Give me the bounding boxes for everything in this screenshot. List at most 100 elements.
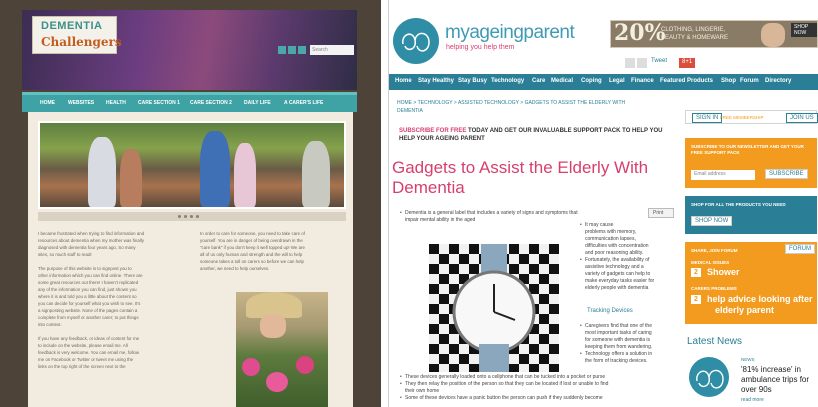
bullet-line: It may cause — [580, 222, 613, 229]
nav-item-featured-products[interactable]: Featured Products — [660, 78, 713, 84]
nav-item-stay-busy[interactable]: Stay Busy — [458, 78, 487, 84]
nav-item-forum[interactable]: Forum — [740, 78, 759, 84]
nav-item-health[interactable]: HEALTH — [106, 100, 126, 106]
dementia-challengers-site: DEMENTIA Challengers Search HOME WEBSITE… — [0, 0, 381, 407]
text-line: where it is and told you a little about … — [38, 294, 137, 299]
bullet-line: and poor reasoning ability. — [585, 250, 644, 256]
nav-item-shop[interactable]: Shop — [721, 78, 736, 84]
nav-item-coping[interactable]: Coping — [581, 78, 602, 84]
subscribe-banner[interactable]: SUBSCRIBE FOR FREE TODAY AND GET OUR INV… — [399, 127, 669, 143]
clock-checkerboard-image — [429, 244, 559, 372]
nav-item-care-2[interactable]: CARE SECTION 2 — [190, 100, 232, 106]
bullet-line: Fortunately, the availability of — [580, 257, 649, 264]
nav-item-daily-life[interactable]: DAILY LIFE — [244, 100, 271, 106]
nav-item-legal[interactable]: Legal — [609, 78, 625, 84]
bullet-line: Technology offers a solution in — [580, 351, 652, 358]
ad-shop-button[interactable]: SHOP NOW — [791, 23, 817, 37]
topic-help-link-continued[interactable]: elderly parent — [715, 305, 774, 315]
nav-item-care[interactable]: Care — [532, 78, 545, 84]
linkedin-icon[interactable] — [625, 58, 635, 68]
email-input[interactable]: Email address — [691, 170, 755, 180]
article-title: Gadgets to Assist the Elderly With Demen… — [392, 158, 649, 197]
google-plus-button[interactable]: 8+1 — [679, 58, 696, 68]
article-text: Dementia is a general label that include… — [400, 210, 578, 217]
text-line: any of the information you can find, jus… — [38, 287, 137, 292]
facebook-icon[interactable] — [637, 58, 647, 68]
text-line: If you have any feedback, or ideas of co… — [38, 336, 140, 341]
site-logo[interactable]: DEMENTIA Challengers — [32, 16, 122, 54]
text-line: sites, so much stuff to read! — [38, 252, 92, 257]
brand-name[interactable]: myageingparent — [445, 22, 575, 44]
bullet-line: These devices generally loaded onto a ce… — [400, 374, 605, 381]
nav-item-care-1[interactable]: CARE SECTION 1 — [138, 100, 180, 106]
forum-button[interactable]: FORUM — [785, 244, 815, 254]
bullet-line: They then relay the position of the pers… — [400, 381, 608, 388]
tweet-button[interactable]: Tweet — [651, 58, 667, 68]
breadcrumb[interactable]: HOME > TECHNOLOGY > ASSISTED TECHNOLOGY … — [397, 100, 625, 106]
twitter-icon[interactable] — [288, 46, 296, 54]
article-text: impair mental ability in the aged — [405, 217, 476, 223]
text-line: another, we need to help ourselves. — [200, 266, 270, 271]
topic-shower-link[interactable]: Shower — [707, 267, 740, 277]
topic-help-link[interactable]: help advice looking after — [707, 294, 813, 304]
nav-item-carers-life[interactable]: A CARER'S LIFE — [284, 100, 323, 106]
nav-item-home[interactable]: HOME — [40, 100, 55, 106]
slider-dot[interactable] — [178, 215, 181, 218]
rss-icon[interactable] — [298, 46, 306, 54]
text-line: to include on the website, please email … — [38, 343, 128, 348]
subscribe-button[interactable]: SUBSCRIBE — [765, 169, 808, 179]
medical-issues-heading: MEDICAL ISSUES — [691, 260, 730, 265]
carers-problems-heading: CARERS PROBLEMS — [691, 286, 737, 291]
nav-item-home[interactable]: Home — [395, 78, 412, 84]
pink-flower — [266, 372, 288, 392]
search-input[interactable]: Search — [310, 45, 354, 55]
text-line: In order to care for someone, you need t… — [200, 231, 305, 236]
slider-dot[interactable] — [196, 215, 199, 218]
join-us-button[interactable]: JOIN US — [786, 113, 818, 123]
breadcrumb-continued[interactable]: DEMENTIA — [397, 108, 423, 114]
faces-icon — [696, 369, 724, 389]
pink-flower — [242, 358, 260, 376]
slider-dot[interactable] — [190, 215, 193, 218]
nav-item-finance[interactable]: Finance — [631, 78, 654, 84]
nav-item-directory[interactable]: Directory — [765, 78, 791, 84]
read-more-link[interactable]: read more — [741, 397, 764, 403]
news-headline-line-1[interactable]: '81% increase' in — [741, 365, 801, 374]
news-headline-line-3[interactable]: over 90s — [741, 385, 772, 394]
shop-now-button[interactable]: SHOP NOW — [691, 216, 733, 226]
text-line: a signposting website. None of the pages… — [38, 308, 138, 313]
text-line: some great resources out there! I haven'… — [38, 280, 139, 285]
nav-item-stay-healthy[interactable]: Stay Healthy — [418, 78, 454, 84]
subscribe-free-label: SUBSCRIBE FOR FREE — [399, 128, 467, 134]
text-line: complete from myself or another carer; t… — [38, 315, 139, 320]
news-headline-line-2[interactable]: ambulance trips for — [741, 375, 809, 384]
logo-line-2: Challengers — [41, 35, 122, 49]
print-button[interactable]: Print — [648, 208, 674, 218]
tracking-devices-link[interactable]: Tracking Devices — [587, 308, 633, 314]
faces-icon — [402, 32, 430, 52]
logo-line-1: DEMENTIA — [41, 20, 103, 32]
ad-discount: 20% — [614, 20, 666, 46]
nav-item-websites[interactable]: WEBSITES — [68, 100, 94, 106]
sign-in-box: SIGN IN FREE MEMBERSHIP JOIN US — [685, 110, 818, 124]
nav-item-technology[interactable]: Technology — [491, 78, 524, 84]
newsletter-box: SUBSCRIBE TO OUR NEWSLETTER AND GET YOUR… — [685, 138, 817, 188]
text-line: resources about dementia when my mother … — [38, 238, 144, 243]
news-thumbnail-icon[interactable] — [689, 357, 729, 397]
brand-tagline: helping you help them — [446, 44, 515, 51]
news-tag: NEWS — [741, 357, 755, 362]
slider-dot[interactable] — [184, 215, 187, 218]
shop-heading: SHOP FOR ALL THE PRODUCTS YOU NEED — [691, 202, 786, 207]
facebook-icon[interactable] — [278, 46, 286, 54]
text-line: The purpose of this website is to signpo… — [38, 266, 132, 271]
brand-logo-icon[interactable] — [393, 18, 439, 64]
forum-heading: SHARE, JOIN FORUM — [691, 248, 738, 253]
photo-person — [302, 141, 330, 207]
photo-person — [88, 137, 116, 207]
screenshot-root: DEMENTIA Challengers Search HOME WEBSITE… — [0, 0, 818, 407]
text-line: into context. — [38, 322, 62, 327]
sign-in-button[interactable]: SIGN IN — [692, 113, 723, 123]
bullet-line: variety of gadgets can help to — [585, 271, 651, 277]
banner-ad[interactable]: 20% CLOTHING, LINGERIE, BEAUTY & HOMEWAR… — [610, 20, 818, 48]
nav-item-medical[interactable]: Medical — [551, 78, 573, 84]
